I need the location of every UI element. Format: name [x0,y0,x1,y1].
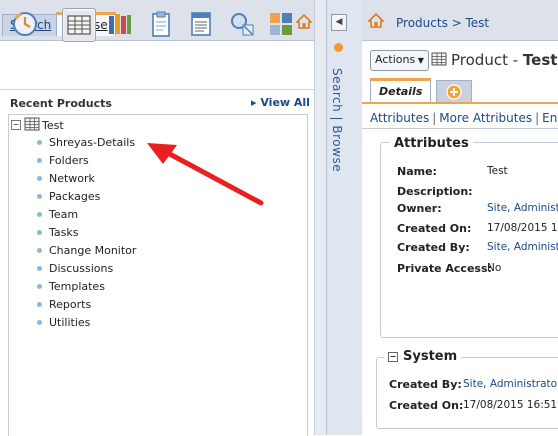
tree-bullet [37,176,42,181]
search-browse-vertical-label[interactable]: Search | Browse [330,68,344,172]
system-legend[interactable]: − System [384,349,462,364]
created-on-value: 17/08/2015 16: [487,222,558,234]
tree-item-folders[interactable]: Folders [49,154,89,167]
tree-bullet [37,140,42,145]
created-by-value-link[interactable]: Site, Administ [487,241,558,253]
dashboard-clock-icon[interactable] [9,8,41,40]
owner-value-link[interactable]: Site, Administ [487,202,558,214]
breadcrumb[interactable]: Products > Test [396,16,489,30]
attributes-legend: Attributes [390,136,473,151]
tree-bullet [37,212,42,217]
tree-item-network[interactable]: Network [49,172,95,185]
system-created-by-link[interactable]: Site, Administrator [463,378,558,390]
actions-dropdown[interactable]: Actions ▼ [370,50,429,71]
attributes-subnav: Attributes|More Attributes|End [370,111,558,125]
subnav-end[interactable]: End [542,111,558,125]
created-on-label: Created On: [397,222,472,235]
system-created-by-label: Created By: [389,378,462,391]
tree-item-utilities[interactable]: Utilities [49,316,90,329]
tree-bullet [37,230,42,235]
browse-toolbar [0,41,314,90]
system-legend-label: System [403,349,458,364]
tree-bullet [37,284,42,289]
system-created-on-value: 17/08/2015 16:51 IS [463,399,558,411]
home-icon[interactable] [295,13,313,33]
tree-item-team[interactable]: Team [49,208,78,221]
tree-bullet [37,320,42,325]
view-all-label: View All [260,96,310,109]
collapsed-sidebar-strip [326,0,364,435]
subnav-divider: | [432,111,437,125]
tab-details[interactable]: Details [370,78,432,102]
tree-bullet [37,266,42,271]
owner-label: Owner: [397,202,442,215]
tree-item-packages[interactable]: Packages [49,190,100,203]
tree-item-reports[interactable]: Reports [49,298,91,311]
tree-item-shreyas-details[interactable]: Shreyas-Details [49,136,135,149]
subnav-divider: | [535,111,540,125]
private-access-value: No [487,262,502,274]
product-type: Product - [451,51,523,69]
status-dot-icon [334,43,343,52]
search-globe-icon[interactable] [226,8,258,40]
product-list-icon[interactable] [62,8,96,42]
home-icon[interactable] [367,12,385,32]
tree-root-label[interactable]: Test [42,119,64,132]
name-label: Name: [397,165,437,178]
form-icon[interactable] [185,8,217,40]
subnav-more-attributes[interactable]: More Attributes [439,111,532,125]
add-tab-button[interactable] [436,80,472,102]
product-title: Product - Test [451,51,557,69]
created-by-label: Created By: [397,241,470,254]
chevron-down-icon: ▼ [415,56,424,65]
actions-label: Actions [375,53,416,66]
tree-bullet [37,302,42,307]
books-icon[interactable] [104,8,136,40]
product-icon [24,117,40,134]
tree-item-discussions[interactable]: Discussions [49,262,113,275]
name-value: Test [487,165,508,177]
recent-products-heading: Recent Products [10,97,112,110]
subnav-attributes[interactable]: Attributes [370,111,429,125]
add-icon [446,83,462,100]
tree-item-change-monitor[interactable]: Change Monitor [49,244,136,257]
tree-bullet [37,248,42,253]
collapse-left-icon[interactable]: ◀ [331,14,347,31]
tree-bullet [37,158,42,163]
tree-collapse-toggle[interactable]: − [11,120,21,130]
product-icon [431,52,447,69]
tree-item-templates[interactable]: Templates [49,280,105,293]
system-section [376,357,558,429]
description-label: Description: [397,185,473,198]
subnav-divider-line [362,128,558,129]
tree-item-tasks[interactable]: Tasks [49,226,78,239]
collapse-section-icon[interactable]: − [388,352,398,362]
layout-icon[interactable] [265,8,297,40]
private-access-label: Private Access: [397,262,492,275]
system-created-on-label: Created On: [389,399,464,412]
clipboard-icon[interactable] [145,8,177,40]
chevron-right-icon: ▸ [251,96,261,109]
product-name: Test [522,51,558,69]
tree-bullet [37,194,42,199]
view-all-link[interactable]: ▸ View All [251,96,310,109]
